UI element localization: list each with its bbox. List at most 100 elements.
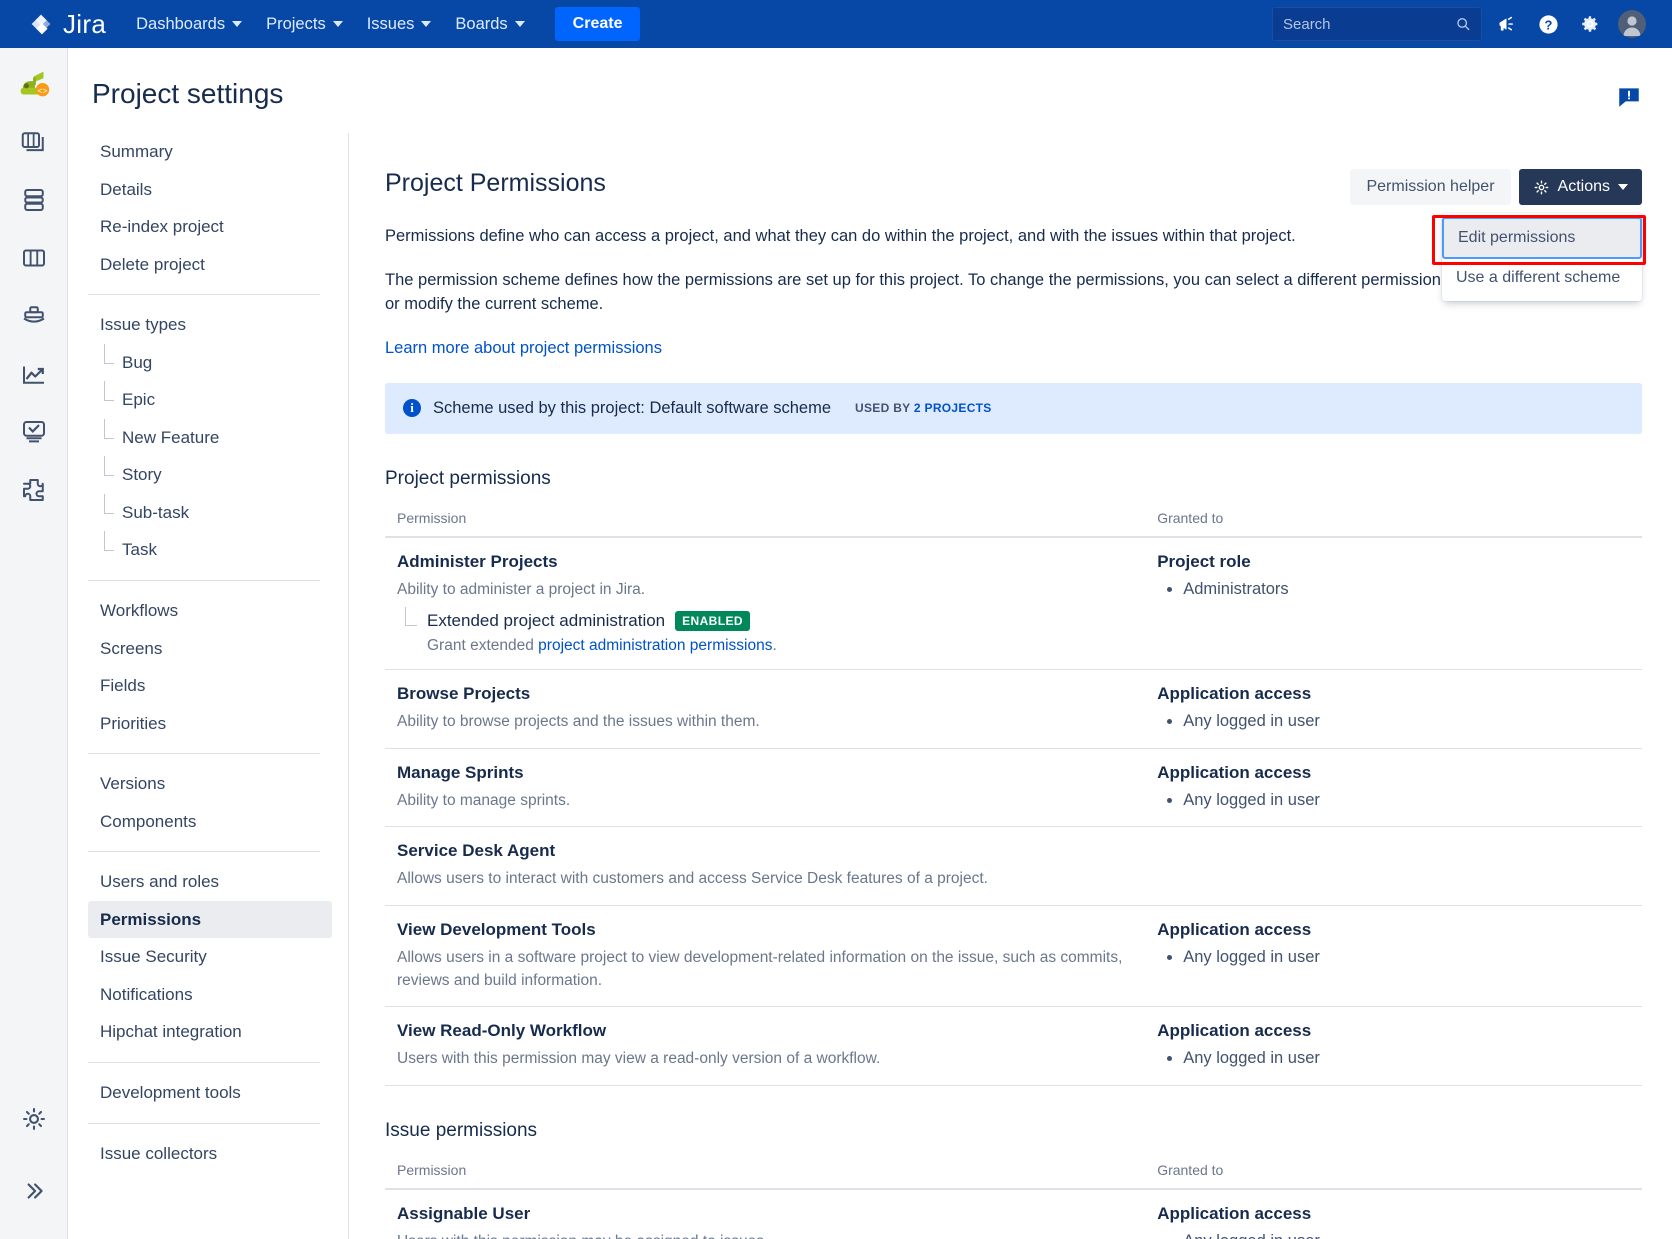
create-button[interactable]: Create: [555, 7, 641, 41]
permission-name: Manage Sprints: [397, 763, 1139, 783]
sidebar-item-fields[interactable]: Fields: [88, 667, 332, 705]
feedback-icon[interactable]: [1616, 84, 1642, 115]
actions-button[interactable]: Actions: [1519, 169, 1642, 205]
announcements-button[interactable]: [1488, 6, 1524, 42]
granted-to-title: Application access: [1157, 920, 1642, 940]
granted-to-list: Any logged in user: [1183, 1229, 1642, 1239]
sidebar-item-story[interactable]: Story: [88, 456, 332, 494]
divider: [88, 294, 320, 295]
gear-icon: [1579, 13, 1601, 35]
section-heading: Project Permissions: [385, 169, 606, 198]
columns-icon[interactable]: [12, 236, 56, 280]
used-by-count-link[interactable]: 2 PROJECTS: [914, 401, 992, 415]
permission-cell: Service Desk Agent Allows users to inter…: [385, 827, 1139, 905]
jira-logo-icon: [26, 9, 56, 39]
main-header: Project Permissions Permission helper Ac…: [385, 169, 1642, 205]
permission-description: Allows users to interact with customers …: [397, 867, 1139, 890]
reports-icon[interactable]: [12, 352, 56, 396]
sidebar-item-delete-project[interactable]: Delete project: [88, 246, 332, 284]
sidebar-item-development-tools[interactable]: Development tools: [88, 1074, 332, 1112]
nav-item-issues[interactable]: Issues: [355, 7, 444, 42]
gear-icon[interactable]: [12, 1097, 56, 1141]
table-header-row: Permission Granted to: [385, 1162, 1642, 1189]
global-icon-rail: <>: [0, 48, 68, 1239]
nav-item-projects-label: Projects: [266, 15, 326, 34]
sidebar-item-users-and-roles[interactable]: Users and roles: [88, 863, 332, 901]
sidebar-item-versions[interactable]: Versions: [88, 765, 332, 803]
gear-icon: [1533, 179, 1550, 196]
divider: [88, 1123, 320, 1124]
learn-more-link-wrap: Learn more about project permissions: [385, 337, 1505, 361]
list-item: Any logged in user: [1183, 709, 1642, 734]
sidebar-item-epic[interactable]: Epic: [88, 381, 332, 419]
sidebar-item-issue-collectors[interactable]: Issue collectors: [88, 1135, 332, 1173]
sidebar-item-summary[interactable]: Summary: [88, 133, 332, 171]
menu-item-edit-permissions[interactable]: Edit permissions: [1442, 217, 1642, 259]
backlog-icon[interactable]: [12, 120, 56, 164]
sidebar-item-task[interactable]: Task: [88, 531, 332, 569]
sidebar-item-workflows[interactable]: Workflows: [88, 592, 332, 630]
project-administration-permissions-link[interactable]: project administration permissions: [538, 637, 772, 654]
sidebar-item-notifications[interactable]: Notifications: [88, 976, 332, 1014]
board-stack-icon[interactable]: [12, 178, 56, 222]
header-actions: Permission helper Actions Edit permissio…: [1350, 169, 1642, 205]
list-item: Any logged in user: [1183, 788, 1642, 813]
column-header-permission: Permission: [385, 1162, 1139, 1189]
table-row: View Development Tools Allows users in a…: [385, 905, 1642, 1007]
settings-button[interactable]: [1572, 6, 1608, 42]
menu-item-use-a-different-scheme[interactable]: Use a different scheme: [1442, 259, 1642, 297]
sidebar-item-bug[interactable]: Bug: [88, 344, 332, 382]
sidebar-item-hipchat-integration[interactable]: Hipchat integration: [88, 1013, 332, 1051]
scheme-info-banner: i Scheme used by this project: Default s…: [385, 383, 1642, 434]
sidebar-item-issue-security[interactable]: Issue Security: [88, 938, 332, 976]
permission-cell: Manage Sprints Ability to manage sprints…: [385, 748, 1139, 827]
sidebar-item-priorities[interactable]: Priorities: [88, 705, 332, 743]
issues-icon[interactable]: [12, 410, 56, 454]
profile-button[interactable]: [1614, 6, 1650, 42]
nav-item-boards[interactable]: Boards: [443, 7, 536, 42]
panes: Summary Details Re-index project Delete …: [68, 133, 1672, 1239]
releases-icon[interactable]: [12, 294, 56, 338]
jira-logo[interactable]: Jira: [26, 9, 106, 40]
sidebar-item-new-feature[interactable]: New Feature: [88, 419, 332, 457]
granted-to-title: Project role: [1157, 552, 1642, 572]
add-ons-icon[interactable]: [12, 468, 56, 512]
svg-text:?: ?: [1544, 17, 1552, 32]
granted-to-cell: Project role Administrators: [1139, 537, 1642, 670]
nav-item-projects[interactable]: Projects: [254, 7, 355, 42]
page-header: Project settings: [68, 48, 1672, 133]
granted-to-list: Any logged in user: [1183, 788, 1642, 813]
list-item: Administrators: [1183, 577, 1642, 602]
sidebar-item-permissions[interactable]: Permissions: [88, 901, 332, 939]
sidebar-item-details[interactable]: Details: [88, 171, 332, 209]
app-body: <>: [0, 48, 1672, 1239]
expand-sidebar-icon[interactable]: [12, 1169, 56, 1213]
search-box[interactable]: [1272, 7, 1482, 41]
info-icon: i: [403, 399, 421, 417]
permission-cell: View Development Tools Allows users in a…: [385, 905, 1139, 1007]
permission-helper-button[interactable]: Permission helper: [1350, 169, 1510, 205]
chevron-down-icon: [515, 21, 525, 27]
nav-item-dashboards[interactable]: Dashboards: [124, 7, 254, 42]
chevron-down-icon: [1618, 184, 1628, 190]
sidebar-item-reindex-project[interactable]: Re-index project: [88, 208, 332, 246]
sidebar-item-screens[interactable]: Screens: [88, 630, 332, 668]
nav-item-boards-label: Boards: [455, 15, 507, 34]
nav-item-issues-label: Issues: [367, 15, 415, 34]
permission-name: Administer Projects: [397, 552, 1139, 572]
project-avatar-icon[interactable]: <>: [12, 62, 56, 106]
top-nav-right-group: ?: [1272, 6, 1672, 42]
extended-admin-description: Grant extended project administration pe…: [427, 637, 1139, 655]
sidebar-item-issue-types[interactable]: Issue types: [88, 306, 332, 344]
learn-more-link[interactable]: Learn more about project permissions: [385, 339, 662, 357]
granted-to-cell: Application access Any logged in user: [1139, 748, 1642, 827]
megaphone-icon: [1496, 14, 1517, 35]
granted-to-title: Application access: [1157, 763, 1642, 783]
permission-cell: Assignable User Users with this permissi…: [385, 1189, 1139, 1239]
sidebar-item-components[interactable]: Components: [88, 803, 332, 841]
chevron-down-icon: [232, 21, 242, 27]
sidebar-item-sub-task[interactable]: Sub-task: [88, 494, 332, 532]
svg-text:<>: <>: [37, 86, 47, 96]
help-button[interactable]: ?: [1530, 6, 1566, 42]
search-input[interactable]: [1283, 16, 1455, 33]
